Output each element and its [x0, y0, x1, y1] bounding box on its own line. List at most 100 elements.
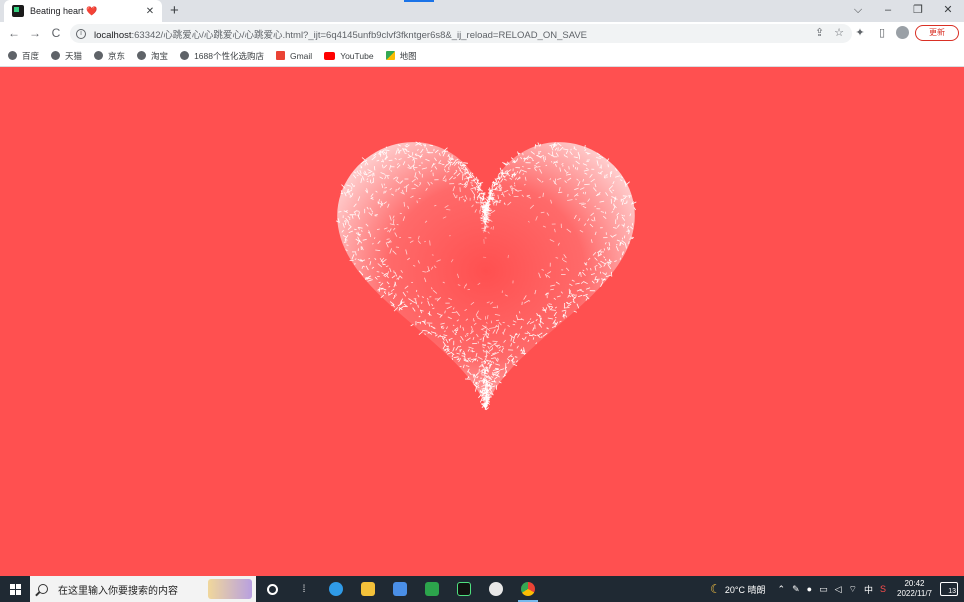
- heart-particle: [346, 244, 349, 246]
- heart-particle: [499, 167, 502, 172]
- heart-particle: [497, 181, 500, 183]
- heart-particle: [429, 144, 433, 147]
- heart-particle: [374, 237, 376, 240]
- edge-icon: [329, 582, 343, 596]
- heart-particle: [478, 182, 484, 184]
- maps-icon: [385, 51, 395, 60]
- heart-particle: [392, 288, 395, 291]
- bookmark-label: 地图: [399, 50, 417, 61]
- bookmark-star-icon[interactable]: ☆: [834, 26, 844, 39]
- ime-indicator[interactable]: 中: [864, 583, 873, 596]
- heart-particle: [534, 144, 536, 149]
- bookmark-jd[interactable]: 京东: [94, 50, 125, 62]
- chevron-up-icon[interactable]: ⌃: [778, 584, 786, 595]
- heart-particle: [412, 157, 415, 159]
- youtube-icon: [324, 51, 336, 60]
- sogou-icon[interactable]: S: [880, 584, 886, 594]
- bookmark-taobao[interactable]: 淘宝: [137, 50, 168, 62]
- close-window-button[interactable]: ✕: [938, 2, 958, 18]
- heart-particle: [384, 174, 390, 176]
- app-avatar-icon: [489, 582, 503, 596]
- tab-close-icon[interactable]: ✕: [144, 6, 156, 17]
- heart-particle: [382, 263, 385, 265]
- globe-icon: [180, 51, 190, 60]
- side-panel-icon[interactable]: ▯: [875, 26, 889, 40]
- bookmark-baidu[interactable]: 百度: [8, 50, 39, 62]
- globe-icon: [137, 51, 147, 60]
- share-icon[interactable]: ⇪: [815, 26, 824, 39]
- folder-icon: [361, 582, 375, 596]
- notification-center-button[interactable]: 13: [940, 582, 958, 596]
- restore-button[interactable]: ❐: [908, 2, 928, 18]
- notification-count: 13: [948, 588, 956, 595]
- heart-particle: [517, 190, 522, 192]
- bookmark-maps[interactable]: 地图: [385, 50, 417, 62]
- heart-particle: [557, 191, 563, 194]
- heart-particle: [606, 176, 608, 178]
- back-button[interactable]: ←: [6, 25, 22, 41]
- address-bar[interactable]: i localhost:63342/心跳爱心/心跳爱心/心跳爱心.html?_i…: [70, 24, 852, 43]
- taskbar-hbuilder[interactable]: [416, 576, 448, 602]
- network-icon[interactable]: ⌔: [849, 584, 857, 595]
- heart-particle: [497, 359, 499, 362]
- reload-button[interactable]: C: [48, 25, 64, 41]
- update-button[interactable]: 更新: [915, 25, 959, 41]
- bookmark-tmall[interactable]: 天猫: [51, 50, 82, 62]
- bookmark-label: YouTube: [340, 50, 374, 61]
- taskbar-app-avatar[interactable]: [480, 576, 512, 602]
- battery-icon[interactable]: ▭: [819, 584, 828, 595]
- new-tab-button[interactable]: +: [170, 2, 179, 20]
- taskbar-store[interactable]: [384, 576, 416, 602]
- taskbar-search[interactable]: 在这里输入你要搜索的内容: [30, 576, 256, 602]
- heart-particle: [510, 157, 514, 160]
- tab-search-icon[interactable]: ⌵: [848, 2, 868, 18]
- heart-particle: [605, 272, 607, 275]
- start-button[interactable]: [0, 576, 30, 602]
- heart-particle: [488, 203, 490, 206]
- taskbar-pycharm[interactable]: [448, 576, 480, 602]
- heart-particle: [477, 341, 479, 344]
- bookmark-gmail[interactable]: Gmail: [275, 51, 312, 61]
- bookmark-label: 京东: [108, 50, 126, 61]
- weather-widget[interactable]: 20°C 晴朗: [725, 583, 766, 596]
- clock-time: 20:42: [904, 579, 925, 588]
- url-path: :63342/心跳爱心/心跳爱心/心跳爱心.html?_ijt=6q4145un…: [131, 29, 588, 41]
- site-info-icon[interactable]: i: [76, 28, 86, 39]
- profile-avatar[interactable]: [896, 26, 909, 39]
- heart-particle: [494, 367, 499, 370]
- chrome-icon: [521, 582, 535, 596]
- forward-button[interactable]: →: [27, 25, 43, 41]
- bookmarks-bar: 百度 天猫 京东 淘宝 1688个性化选购店 Gmail YouTube 地图: [0, 45, 964, 67]
- volume-icon[interactable]: ◁: [835, 584, 842, 595]
- cortana-icon: [266, 583, 278, 595]
- heart-particle: [410, 324, 414, 327]
- tray-app-icon[interactable]: ✎: [792, 584, 800, 595]
- heart-particle: [475, 201, 478, 203]
- windows-taskbar: 在这里输入你要搜索的内容 ⁞ ☾ 20°C 晴朗 ⌃ ✎ ● ▭ ◁ ⌔ 中 S…: [0, 576, 964, 602]
- tray-antivirus-icon[interactable]: ●: [807, 584, 812, 594]
- bookmark-label: 1688个性化选购店: [194, 50, 264, 61]
- heart-particle: [451, 311, 457, 313]
- minimize-button[interactable]: –: [878, 2, 898, 18]
- address-url[interactable]: localhost:63342/心跳爱心/心跳爱心/心跳爱心.html?_ijt…: [94, 27, 587, 41]
- task-view-button[interactable]: ⁞: [288, 576, 320, 602]
- heart-particle: [492, 393, 494, 396]
- taskbar-chrome[interactable]: [512, 576, 544, 602]
- system-clock[interactable]: 20:42 2022/11/7: [897, 579, 932, 599]
- page-canvas: [0, 67, 964, 576]
- bookmark-1688[interactable]: 1688个性化选购店: [180, 50, 264, 62]
- heart-particle: [546, 327, 549, 329]
- tab-title: Beating heart ❤️: [30, 5, 98, 16]
- heart-particle: [493, 189, 499, 191]
- extensions-icon[interactable]: ✦: [853, 26, 867, 40]
- browser-toolbar: ← → C i localhost:63342/心跳爱心/心跳爱心/心跳爱心.h…: [0, 22, 964, 45]
- cortana-button[interactable]: [256, 576, 288, 602]
- heart-particle: [450, 158, 455, 160]
- system-tray: ☾ 20°C 晴朗 ⌃ ✎ ● ▭ ◁ ⌔ 中 S 20:42 2022/11/…: [710, 576, 964, 602]
- bookmark-label: 淘宝: [151, 50, 169, 61]
- bookmark-youtube[interactable]: YouTube: [324, 50, 374, 61]
- taskbar-edge[interactable]: [320, 576, 352, 602]
- tab-beating-heart[interactable]: Beating heart ❤️ ✕: [4, 0, 162, 22]
- taskbar-file-explorer[interactable]: [352, 576, 384, 602]
- heart-particle: [622, 195, 628, 197]
